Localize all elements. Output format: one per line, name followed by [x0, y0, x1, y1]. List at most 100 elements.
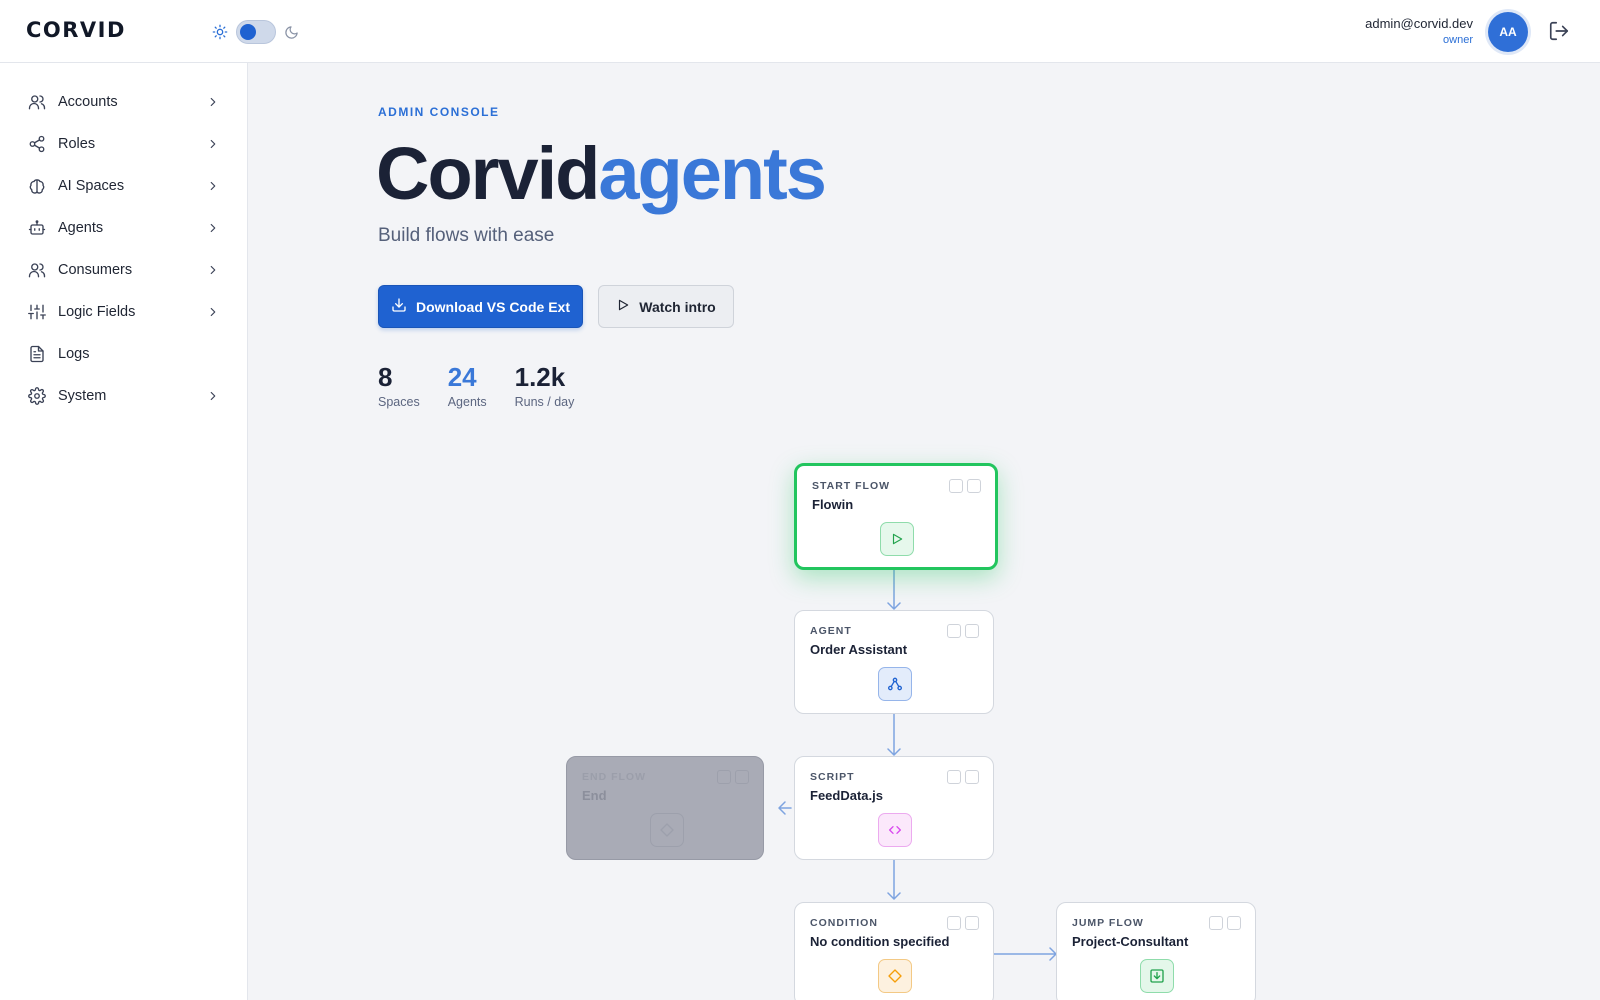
- user-info: admin@corvid.dev owner: [1365, 16, 1473, 46]
- stat-value: 8: [378, 362, 393, 392]
- sidebar-item-roles[interactable]: Roles: [0, 123, 247, 165]
- sidebar-item-ai-spaces[interactable]: AI Spaces: [0, 165, 247, 207]
- file-text-icon: [28, 345, 46, 363]
- node-checkbox[interactable]: [717, 770, 731, 784]
- sidebar-item-agents[interactable]: Agents: [0, 207, 247, 249]
- node-checkbox[interactable]: [735, 770, 749, 784]
- flow-node-script[interactable]: SCRIPT FeedData.js: [794, 756, 994, 860]
- sidebar-item-label: Accounts: [58, 94, 118, 110]
- download-icon: [391, 297, 407, 316]
- node-checkbox[interactable]: [947, 770, 961, 784]
- connector-start-agent: [887, 569, 901, 610]
- robot-icon: [28, 219, 46, 237]
- node-checkbox[interactable]: [947, 624, 961, 638]
- user-email: admin@corvid.dev: [1365, 16, 1473, 31]
- eyebrow-label: ADMIN CONSOLE: [378, 105, 500, 119]
- code-icon: [878, 813, 912, 847]
- node-title: Project-Consultant: [1072, 934, 1189, 949]
- node-title: End: [582, 788, 607, 803]
- node-checkbox[interactable]: [965, 916, 979, 930]
- theme-switch-knob: [240, 24, 256, 40]
- sidebar-item-label: Consumers: [58, 262, 133, 278]
- chevron-right-icon: [206, 221, 220, 235]
- connector-script-condition: [887, 858, 901, 900]
- stat-value: 1.2k: [514, 362, 566, 392]
- stat-value: 24: [447, 362, 477, 392]
- sidebar-item-label: Roles: [58, 136, 96, 152]
- theme-toggle[interactable]: [212, 20, 299, 44]
- chevron-right-icon: [206, 389, 220, 403]
- stat-runs: 1.2k Runs / day: [515, 361, 575, 409]
- sun-icon: [212, 24, 228, 40]
- page-title: Corvidagents: [376, 129, 827, 219]
- node-title: FeedData.js: [810, 788, 883, 803]
- diamond-icon: [650, 813, 684, 847]
- brain-icon: [28, 177, 46, 195]
- node-title: Flowin: [812, 497, 854, 512]
- sidebar-item-accounts[interactable]: Accounts: [0, 81, 247, 123]
- diamond-icon: [878, 959, 912, 993]
- top-bar: CORVID admin@corvid.dev owner AA: [0, 0, 1600, 63]
- users-icon: [28, 261, 46, 279]
- node-checkbox[interactable]: [949, 479, 963, 493]
- sidebar-item-system[interactable]: System: [0, 375, 247, 417]
- connector-condition-jump: [993, 947, 1057, 961]
- share-nodes-icon: [28, 135, 46, 153]
- sidebar-item-consumers[interactable]: Consumers: [0, 249, 247, 291]
- download-vscode-button[interactable]: Download VS Code Ext: [378, 285, 583, 328]
- node-checkbox[interactable]: [965, 624, 979, 638]
- page-subtitle: Build flows with ease: [378, 225, 555, 246]
- flow-node-jump[interactable]: JUMP FLOW Project-Consultant: [1056, 902, 1256, 1000]
- avatar[interactable]: AA: [1488, 12, 1528, 52]
- chevron-right-icon: [206, 305, 220, 319]
- page-title-part2: agents: [598, 132, 827, 215]
- node-checkbox[interactable]: [947, 916, 961, 930]
- stat-label: Agents: [447, 395, 487, 409]
- stat-label: Spaces: [378, 395, 420, 409]
- watch-intro-button[interactable]: Watch intro: [598, 285, 734, 328]
- stat-spaces: 8 Spaces: [378, 361, 420, 409]
- play-icon: [880, 522, 914, 556]
- network-icon: [878, 667, 912, 701]
- stats-row: 8 Spaces 24 Agents 1.2k Runs / day: [378, 361, 574, 409]
- main-content: ADMIN CONSOLE Corvidagents Build flows w…: [248, 63, 1600, 1000]
- download-button-label: Download VS Code Ext: [415, 298, 570, 315]
- node-checkbox[interactable]: [965, 770, 979, 784]
- flow-node-start[interactable]: START FLOW Flowin: [794, 463, 998, 570]
- sidebar: Accounts Roles AI Spaces Agents Consumer…: [0, 63, 248, 1000]
- sliders-icon: [28, 303, 46, 321]
- flow-node-agent[interactable]: AGENT Order Assistant: [794, 610, 994, 714]
- sidebar-item-label: AI Spaces: [58, 178, 125, 194]
- connector-agent-script: [887, 713, 901, 756]
- moon-icon: [284, 25, 299, 40]
- chevron-right-icon: [206, 263, 220, 277]
- stat-agents: 24 Agents: [448, 361, 487, 409]
- node-checkbox[interactable]: [1209, 916, 1223, 930]
- watch-intro-label: Watch intro: [639, 298, 716, 315]
- sidebar-item-label: System: [58, 388, 107, 404]
- chevron-right-icon: [206, 95, 220, 109]
- play-icon: [616, 298, 630, 315]
- sidebar-item-logic-fields[interactable]: Logic Fields: [0, 291, 247, 333]
- node-checkbox[interactable]: [967, 479, 981, 493]
- sidebar-item-label: Logic Fields: [58, 304, 136, 320]
- node-title: No condition specified: [810, 934, 950, 949]
- chevron-right-icon: [206, 137, 220, 151]
- page-title-part1: Corvid: [376, 132, 600, 215]
- user-role: owner: [1443, 34, 1473, 46]
- gear-icon: [28, 387, 46, 405]
- node-checkbox[interactable]: [1227, 916, 1241, 930]
- users-icon: [28, 93, 46, 111]
- logout-icon[interactable]: [1548, 20, 1570, 42]
- brand-logo[interactable]: CORVID: [26, 18, 126, 42]
- chevron-right-icon: [206, 179, 220, 193]
- flow-node-end[interactable]: END FLOW End: [566, 756, 764, 860]
- sidebar-item-label: Agents: [58, 220, 104, 236]
- sidebar-item-logs[interactable]: Logs: [0, 333, 247, 375]
- flow-node-condition[interactable]: CONDITION No condition specified: [794, 902, 994, 1000]
- download-box-icon: [1140, 959, 1174, 993]
- theme-switch[interactable]: [236, 20, 276, 44]
- node-title: Order Assistant: [810, 642, 908, 657]
- connector-script-end: [778, 801, 792, 815]
- stat-label: Runs / day: [514, 395, 575, 409]
